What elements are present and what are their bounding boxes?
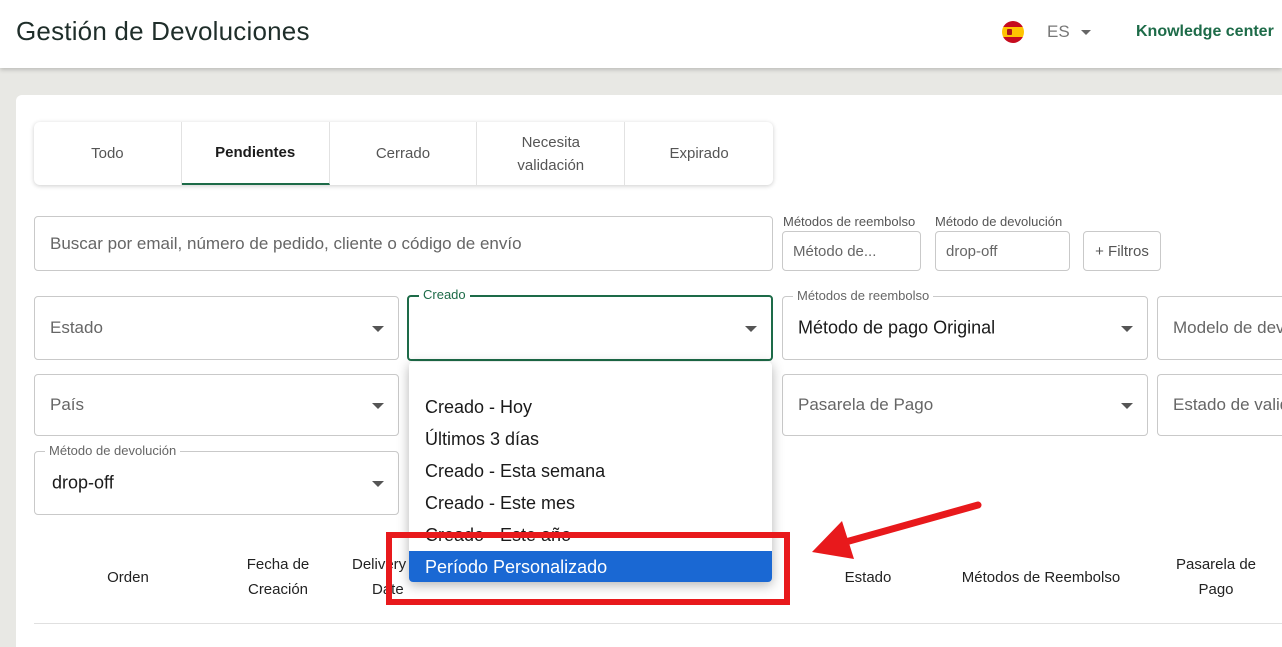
refund-methods-quick-select[interactable]: Método de... (782, 231, 921, 271)
return-method-label: Método de devolución (935, 214, 1063, 229)
tab-expirado[interactable]: Expirado (625, 122, 773, 185)
menu-item-ultimos-3-dias[interactable]: Últimos 3 días (409, 423, 772, 455)
refund-methods-value: Método de pago Original (798, 317, 996, 338)
pasarela-pago-select[interactable]: Pasarela de Pago (782, 374, 1148, 436)
header-line: Pago (1198, 581, 1234, 598)
pais-select[interactable]: País (34, 374, 399, 436)
table-divider (34, 623, 1282, 624)
column-header-metodos-reembolso[interactable]: Métodos de Reembolso (951, 565, 1131, 590)
header-line: Fecha de (246, 556, 310, 573)
estado-placeholder: Estado (50, 318, 103, 337)
menu-item-creado-hoy[interactable]: Creado - Hoy (409, 391, 772, 423)
return-method-legend: Método de devolución (45, 443, 181, 458)
estado-validacion-select[interactable]: Estado de validación (1157, 374, 1282, 436)
app-title: Gestión de Devoluciones (16, 16, 310, 46)
estado-select[interactable]: Estado (34, 296, 399, 360)
creado-label: Creado (419, 287, 470, 302)
tab-pendientes[interactable]: Pendientes (181, 122, 330, 185)
tab-necesita-validacion[interactable]: Necesita validación (477, 122, 626, 185)
refund-methods-label: Métodos de reembolso (783, 214, 916, 229)
column-header-orden[interactable]: Orden (88, 565, 168, 590)
chevron-down-icon (372, 326, 384, 332)
chevron-down-icon (1121, 403, 1133, 409)
spain-flag-icon[interactable] (1002, 21, 1024, 43)
column-header-estado[interactable]: Estado (828, 565, 908, 590)
annotation-highlight-box (386, 532, 790, 605)
column-header-fecha-creacion[interactable]: Fecha de Creación (233, 552, 323, 602)
annotation-arrow-icon (812, 501, 982, 559)
more-filters-button[interactable]: + Filtros (1083, 231, 1161, 271)
modelo-devolucion-placeholder: Modelo de devolución (1173, 318, 1282, 337)
menu-item-esta-semana[interactable]: Creado - Esta semana (409, 455, 772, 487)
top-bar: Gestión de Devoluciones ES Knowledge cen… (0, 0, 1282, 68)
pais-placeholder: País (50, 395, 85, 414)
column-header-pasarela-pago[interactable]: Pasarela de Pago (1166, 552, 1266, 602)
search-input[interactable]: Buscar por email, número de pedido, clie… (34, 216, 773, 271)
estado-validacion-placeholder: Estado de validación (1173, 395, 1282, 414)
refund-methods-quick-value: Método de... (793, 243, 877, 260)
chevron-down-icon (1121, 326, 1133, 332)
return-method-quick-value: drop-off (946, 243, 998, 260)
creado-select[interactable]: Creado (407, 287, 773, 361)
pasarela-pago-placeholder: Pasarela de Pago (798, 395, 934, 414)
menu-item-este-mes[interactable]: Creado - Este mes (409, 487, 772, 519)
language-selector[interactable]: ES (1047, 22, 1070, 42)
header-line: Creación (247, 581, 309, 598)
chevron-down-icon (372, 481, 384, 487)
return-method-select[interactable]: Método de devolución drop-off (34, 443, 399, 515)
tab-label: Necesita validación (517, 133, 585, 174)
chevron-down-icon (745, 326, 757, 332)
chevron-down-icon[interactable] (1081, 30, 1091, 35)
return-method-quick-select[interactable]: drop-off (935, 231, 1070, 271)
search-placeholder: Buscar por email, número de pedido, clie… (50, 233, 522, 253)
status-tabs: Todo Pendientes Cerrado Necesita validac… (34, 122, 773, 185)
modelo-devolucion-select[interactable]: Modelo de devolución (1157, 296, 1282, 360)
chevron-down-icon (372, 403, 384, 409)
knowledge-center-link[interactable]: Knowledge center (1136, 23, 1274, 41)
refund-methods-select[interactable]: Métodos de reembolso Método de pago Orig… (782, 288, 1148, 360)
return-method-value: drop-off (52, 472, 114, 493)
refund-methods-legend: Métodos de reembolso (793, 288, 934, 303)
tab-todo[interactable]: Todo (34, 122, 182, 185)
header-line: Pasarela de (1175, 556, 1257, 573)
tab-cerrado[interactable]: Cerrado (330, 122, 478, 185)
